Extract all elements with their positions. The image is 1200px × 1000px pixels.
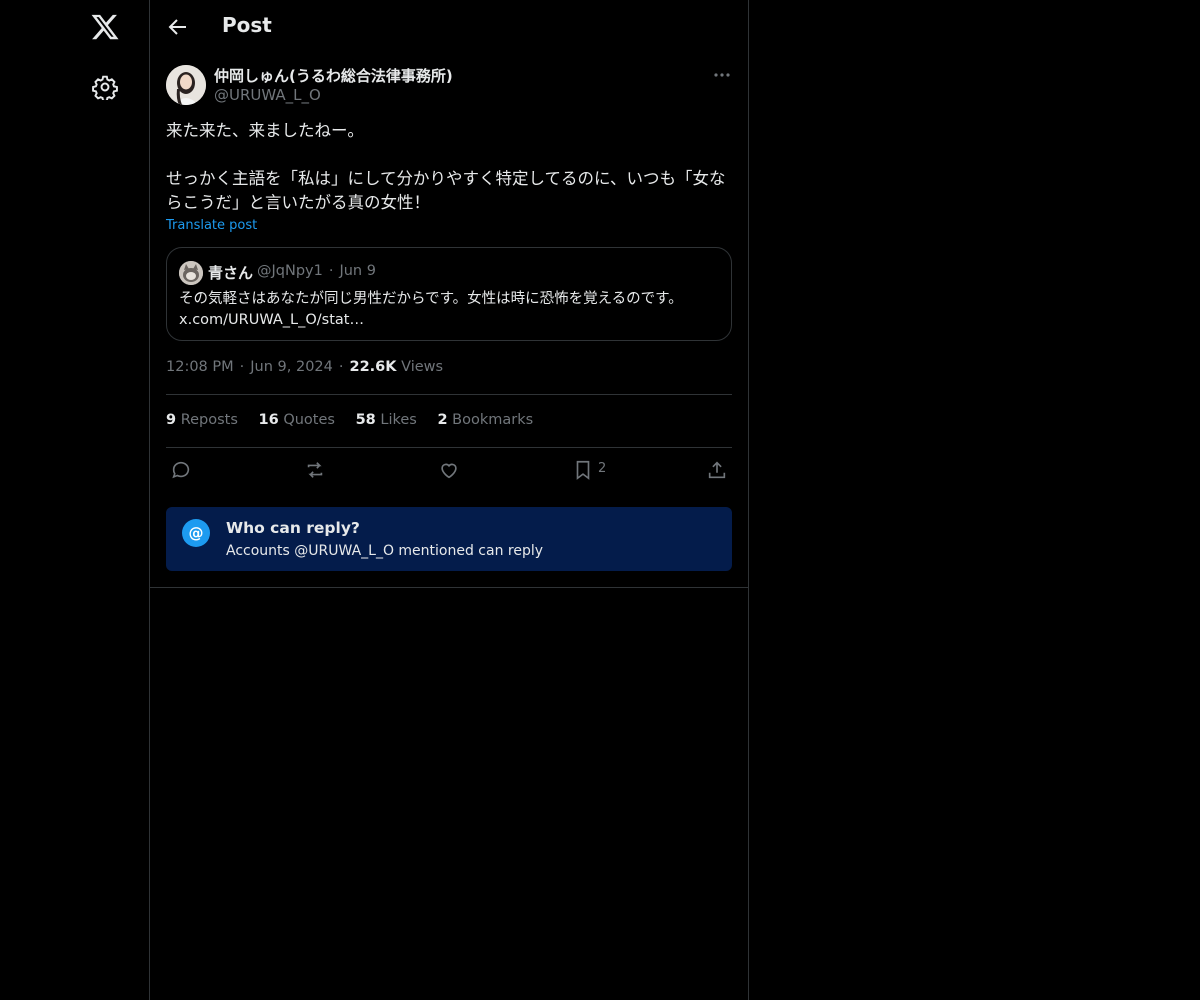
reply-restriction-notice: @ Who can reply? Accounts @URUWA_L_O men… bbox=[166, 507, 732, 571]
quoted-text: その気軽さはあなたが同じ男性だからです。女性は時に恐怖を覚えるのです。 x.co… bbox=[179, 289, 719, 331]
reply-icon[interactable] bbox=[170, 459, 192, 481]
post-date[interactable]: Jun 9, 2024 bbox=[250, 359, 333, 375]
bookmark-icon bbox=[576, 460, 590, 480]
post-time[interactable]: 12:08 PM bbox=[166, 359, 234, 375]
x-logo-icon[interactable] bbox=[90, 12, 120, 42]
likes-stat[interactable]: 58 Likes bbox=[356, 412, 417, 428]
more-icon[interactable] bbox=[712, 65, 732, 85]
quoted-post[interactable]: 青さん @JqNpy1 · Jun 9 その気軽さはあなたが同じ男性だからです。女性… bbox=[166, 247, 732, 341]
quoted-avatar bbox=[179, 261, 203, 285]
bookmarks-stat[interactable]: 2 Bookmarks bbox=[437, 412, 533, 428]
post-stats: 9 Reposts 16 Quotes 58 Likes 2 Bookmarks bbox=[166, 412, 549, 428]
quoted-text-line: x.com/URUWA_L_O/stat… bbox=[179, 312, 364, 328]
quoted-author-meta: @JqNpy1 · Jun 9 bbox=[257, 263, 382, 279]
page-title: Post bbox=[222, 13, 272, 37]
quoted-date: Jun 9 bbox=[339, 263, 376, 279]
avatar[interactable] bbox=[166, 65, 206, 105]
quoted-text-line: その気軽さはあなたが同じ男性だからです。女性は時に恐怖を覚えるのです。 bbox=[179, 291, 683, 307]
quoted-author-handle: @JqNpy1 bbox=[257, 263, 323, 279]
post-header: Post bbox=[150, 0, 748, 54]
left-nav-rail bbox=[0, 0, 150, 1000]
share-icon[interactable] bbox=[706, 459, 728, 481]
post-meta: 12:08 PM · Jun 9, 2024 · 22.6K Views bbox=[166, 359, 443, 375]
reposts-stat[interactable]: 9 Reposts bbox=[166, 412, 238, 428]
quoted-separator: · bbox=[328, 263, 334, 279]
bookmark-action-count: 2 bbox=[598, 461, 607, 476]
repost-icon[interactable] bbox=[304, 459, 326, 481]
divider bbox=[150, 587, 748, 588]
back-arrow-icon[interactable] bbox=[166, 15, 190, 39]
quoted-author-name: 青さん bbox=[208, 264, 254, 282]
author-name[interactable]: 仲岡しゅん(うるわ総合法律事務所) bbox=[214, 65, 453, 86]
bookmark-button[interactable]: 2 bbox=[572, 459, 622, 481]
quotes-stat[interactable]: 16 Quotes bbox=[259, 412, 335, 428]
divider bbox=[166, 447, 732, 448]
divider bbox=[166, 394, 732, 395]
meta-separator: · bbox=[239, 359, 245, 375]
at-icon: @ bbox=[182, 519, 210, 547]
translate-post-link[interactable]: Translate post bbox=[166, 218, 257, 233]
views-count: 22.6K bbox=[349, 359, 397, 375]
views-label: Views bbox=[401, 359, 444, 375]
action-bar: 2 bbox=[166, 459, 732, 483]
author-handle[interactable]: @URUWA_L_O bbox=[214, 86, 321, 104]
reply-restriction-title: Who can reply? bbox=[226, 519, 360, 537]
reply-restriction-subtitle: Accounts @URUWA_L_O mentioned can reply bbox=[226, 543, 544, 559]
meta-separator: · bbox=[338, 359, 344, 375]
main-column: Post 仲岡しゅん(うるわ総合法律事務所) @URUWA_L_O 来た来た、来… bbox=[149, 0, 749, 1000]
gear-icon[interactable] bbox=[92, 74, 118, 102]
post-text: 来た来た、来ましたねー。 せっかく主語を「私は」にして分かりやすく特定してるのに… bbox=[166, 121, 726, 212]
like-icon[interactable] bbox=[438, 459, 460, 481]
